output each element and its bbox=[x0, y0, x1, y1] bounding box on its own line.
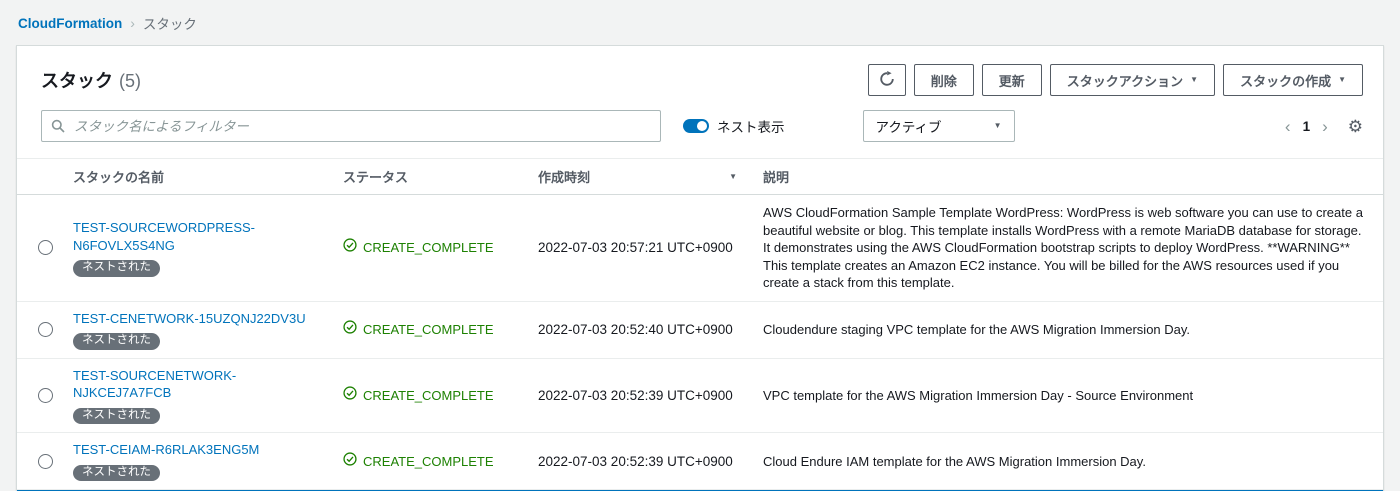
breadcrumb-separator: › bbox=[130, 15, 135, 31]
nested-badge: ネストされた bbox=[73, 260, 160, 277]
description-cell: AWS CloudFormation Sample Template WordP… bbox=[763, 205, 1363, 291]
status-filter-dropdown[interactable]: アクティブ ▼ bbox=[862, 110, 1015, 142]
nested-toggle[interactable]: ネスト表示 bbox=[683, 116, 785, 136]
col-header-created-label: 作成時刻 bbox=[538, 170, 591, 185]
breadcrumb: CloudFormation › スタック bbox=[0, 0, 1400, 43]
col-header-select bbox=[17, 169, 73, 185]
table-row[interactable]: TEST-SOURCEWORDPRESS-N6FOVLX5S4NG ネストされた… bbox=[17, 195, 1383, 302]
status-text: CREATE_COMPLETE bbox=[363, 388, 494, 404]
created-cell: 2022-07-03 20:52:39 UTC+0900 bbox=[538, 388, 733, 404]
nested-badge: ネストされた bbox=[73, 407, 160, 425]
gear-icon: ⚙ bbox=[1347, 116, 1363, 136]
controls-row: ネスト表示 アクティブ ▼ ‹ 1 › ⚙ bbox=[17, 110, 1383, 158]
stack-count: (5) bbox=[119, 71, 141, 91]
check-circle-icon bbox=[343, 452, 357, 471]
stack-radio[interactable] bbox=[37, 388, 53, 404]
stack-actions-button[interactable]: スタックアクション ▼ bbox=[1049, 64, 1216, 96]
created-cell: 2022-07-03 20:57:21 UTC+0900 bbox=[538, 240, 733, 256]
stack-name-link[interactable]: TEST-CENETWORK-15UZQNJ22DV3U bbox=[73, 310, 306, 328]
breadcrumb-current: スタック bbox=[142, 17, 197, 32]
stack-actions-label: スタックアクション bbox=[1066, 73, 1184, 89]
stack-radio[interactable] bbox=[37, 322, 53, 338]
create-stack-label: スタックの作成 bbox=[1240, 73, 1332, 89]
col-header-created[interactable]: 作成時刻 ▼ bbox=[538, 159, 763, 194]
table-header-row: スタックの名前 ステータス 作成時刻 ▼ 説明 bbox=[17, 158, 1383, 195]
stack-name-link[interactable]: TEST-SOURCENETWORK-NJKCEJ7A7FCB bbox=[73, 367, 327, 402]
stack-radio[interactable] bbox=[37, 240, 53, 256]
status-text: CREATE_COMPLETE bbox=[363, 240, 494, 256]
check-circle-icon bbox=[343, 238, 357, 257]
create-stack-button[interactable]: スタックの作成 ▼ bbox=[1223, 64, 1363, 96]
page-title: スタック bbox=[41, 71, 113, 91]
toggle-switch[interactable] bbox=[683, 119, 709, 133]
pagination: ‹ 1 › ⚙ bbox=[1285, 118, 1363, 135]
delete-button-label: 削除 bbox=[930, 73, 957, 89]
sort-descending-icon[interactable]: ▼ bbox=[729, 172, 737, 181]
delete-button[interactable]: 削除 bbox=[913, 64, 974, 96]
refresh-button[interactable] bbox=[867, 64, 906, 96]
caret-down-icon: ▼ bbox=[1190, 75, 1199, 84]
toggle-knob bbox=[697, 121, 707, 131]
refresh-icon bbox=[879, 70, 895, 90]
prev-page-button[interactable]: ‹ bbox=[1285, 118, 1291, 135]
page-number: 1 bbox=[1302, 118, 1311, 134]
search-box bbox=[41, 110, 661, 142]
table-row[interactable]: TEST-CEIAM-R6RLAK3ENG5M ネストされた CREATE_CO… bbox=[17, 433, 1383, 491]
update-button[interactable]: 更新 bbox=[981, 64, 1042, 96]
stacks-panel: スタック (5) 削除 更新 スタックアクション ▼ スタックの作成 ▼ スタッ… bbox=[16, 45, 1384, 491]
next-page-button[interactable]: › bbox=[1322, 118, 1328, 135]
nested-badge: ネストされた bbox=[73, 464, 160, 482]
search-input[interactable] bbox=[41, 110, 661, 142]
created-cell: 2022-07-03 20:52:40 UTC+0900 bbox=[538, 322, 733, 338]
update-button-label: 更新 bbox=[998, 73, 1025, 89]
search-icon bbox=[51, 119, 65, 138]
col-header-name: スタックの名前 bbox=[73, 170, 165, 185]
table-row[interactable]: TEST-CENETWORK-15UZQNJ22DV3U ネストされた CREA… bbox=[17, 302, 1383, 359]
table-row[interactable]: TEST-SOURCENETWORK-NJKCEJ7A7FCB ネストされた C… bbox=[17, 359, 1383, 434]
stack-name-link[interactable]: TEST-SOURCEWORDPRESS-N6FOVLX5S4NG bbox=[73, 219, 327, 254]
description-cell: VPC template for the AWS Migration Immer… bbox=[763, 387, 1194, 403]
nested-toggle-label: ネスト表示 bbox=[717, 120, 785, 135]
caret-down-icon: ▼ bbox=[1338, 75, 1346, 84]
col-header-status: ステータス bbox=[343, 170, 409, 185]
panel-header: スタック (5) 削除 更新 スタックアクション ▼ スタックの作成 ▼ bbox=[17, 46, 1383, 110]
col-header-description: 説明 bbox=[763, 170, 790, 185]
check-circle-icon bbox=[343, 386, 357, 405]
stack-name-link[interactable]: TEST-CEIAM-R6RLAK3ENG5M bbox=[73, 441, 259, 459]
breadcrumb-link-cloudformation[interactable]: CloudFormation bbox=[18, 16, 122, 31]
status-filter-value: アクティブ bbox=[875, 120, 942, 135]
check-circle-icon bbox=[343, 320, 357, 339]
description-cell: Cloudendure staging VPC template for the… bbox=[763, 321, 1191, 337]
status-text: CREATE_COMPLETE bbox=[363, 322, 494, 338]
status-text: CREATE_COMPLETE bbox=[363, 453, 494, 469]
nested-badge: ネストされた bbox=[73, 333, 160, 350]
caret-down-icon: ▼ bbox=[993, 121, 1002, 130]
settings-gear-button[interactable]: ⚙ bbox=[1348, 118, 1363, 135]
stack-radio[interactable] bbox=[37, 453, 53, 469]
created-cell: 2022-07-03 20:52:39 UTC+0900 bbox=[538, 453, 733, 469]
description-cell: Cloud Endure IAM template for the AWS Mi… bbox=[763, 453, 1146, 469]
